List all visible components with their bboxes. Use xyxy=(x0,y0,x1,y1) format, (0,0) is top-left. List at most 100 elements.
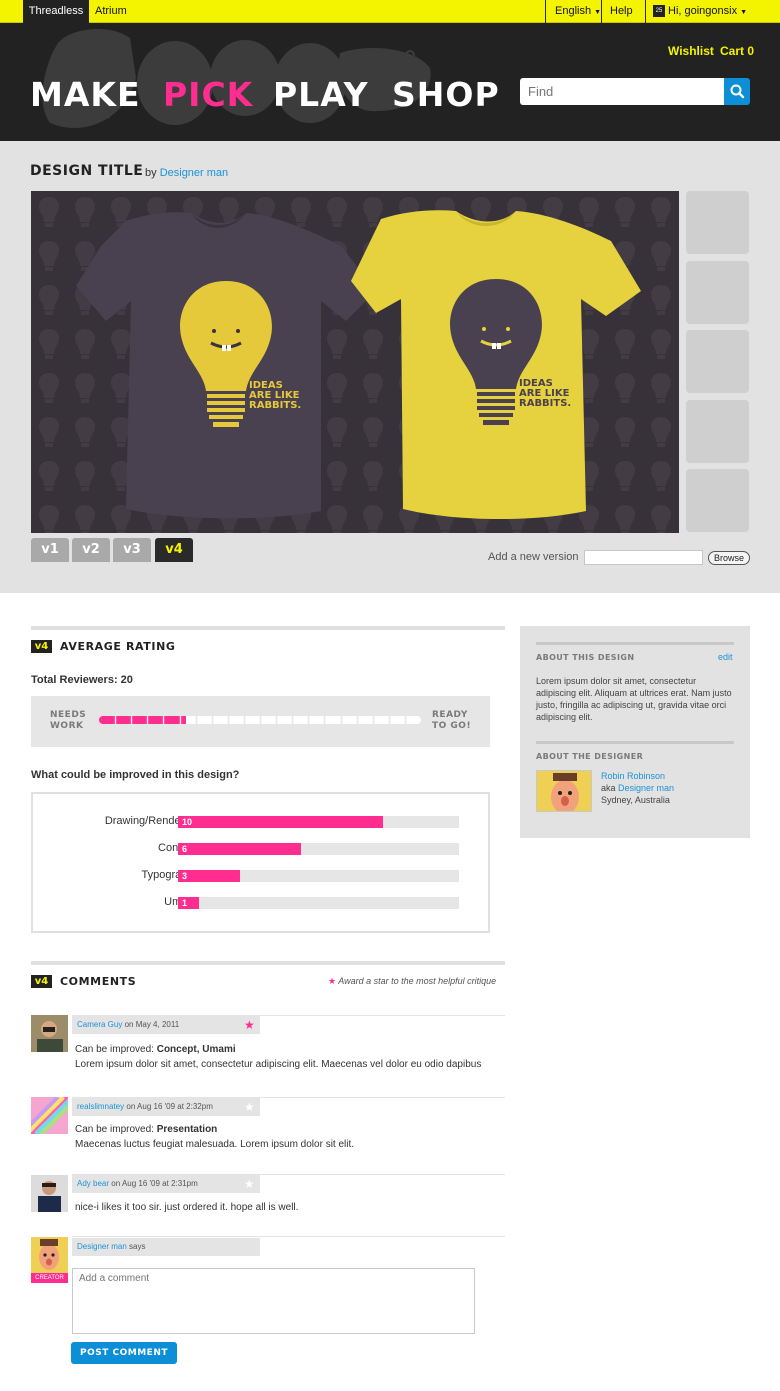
search-input[interactable] xyxy=(520,78,724,105)
language-label: English xyxy=(555,5,592,17)
improvement-bar: 10 xyxy=(178,816,383,828)
threadless-tab[interactable]: Threadless xyxy=(23,0,89,23)
improvement-bar: 6 xyxy=(178,843,301,855)
rating-track xyxy=(99,716,421,724)
needs-label: NEEDS xyxy=(50,710,87,720)
comment-improve-line: Can be improved: Presentation xyxy=(75,1124,217,1135)
award-star-icon[interactable]: ★ xyxy=(244,1100,255,1114)
about-designer-title: ABOUT THE DESIGNER xyxy=(536,752,644,761)
cart-link[interactable]: Cart 0 xyxy=(720,44,754,58)
comment-header: Ady bear on Aug 16 '09 at 2:31pm xyxy=(72,1175,260,1193)
search-icon xyxy=(730,84,745,99)
commenter-avatar[interactable] xyxy=(31,1097,68,1134)
commenter-avatar[interactable] xyxy=(31,1175,68,1212)
ady-bear-photo xyxy=(31,1175,68,1212)
commenter-avatar[interactable] xyxy=(31,1015,68,1052)
nav-shop[interactable]: SHOP xyxy=(392,75,500,114)
nav-play[interactable]: PLAY xyxy=(273,75,369,114)
improvement-track: 1 xyxy=(178,897,459,909)
my-author-link[interactable]: Designer man xyxy=(77,1242,127,1251)
version-tab-v2[interactable]: v2 xyxy=(72,538,110,562)
comment-author-link[interactable]: realslimnatey xyxy=(77,1102,124,1111)
improve-items: Concept, Umami xyxy=(156,1044,236,1055)
to-go-label: TO GO! xyxy=(432,721,472,731)
improve-items: Presentation xyxy=(156,1124,218,1135)
about-design-text: Lorem ipsum dolor sit amet, consectetur … xyxy=(536,676,732,722)
improve-question: What could be improved in this design? xyxy=(31,769,240,781)
user-menu[interactable]: 25 Hi, goingonsix ▼ xyxy=(653,0,747,23)
designer-name-link[interactable]: Robin Robinson xyxy=(601,771,665,781)
my-avatar[interactable] xyxy=(31,1237,68,1273)
improvement-row: Umami1 xyxy=(33,896,488,909)
rating-ticks xyxy=(114,716,407,724)
help-link[interactable]: Help xyxy=(610,0,633,23)
sidebar-divider xyxy=(536,642,734,645)
designer-avatar[interactable] xyxy=(536,770,592,812)
award-star-icon[interactable]: ★ xyxy=(244,1018,255,1032)
ready-label: READY xyxy=(432,710,468,720)
improvement-row: Drawing/Rendering 10 xyxy=(33,815,488,828)
total-reviewers: Total Reviewers: 20 xyxy=(31,674,133,686)
designer-aka: aka Designer man xyxy=(601,783,674,793)
star-icon: ★ xyxy=(328,976,337,986)
shirt-text-3b: RABBITS. xyxy=(519,398,571,409)
tshirt-mockup-image: IDEAS ARE LIKE RABBITS. IDEAS ARE LIKE R… xyxy=(31,191,679,533)
comment-author-link[interactable]: Camera Guy xyxy=(77,1020,122,1029)
thumbnail-3[interactable] xyxy=(686,330,749,393)
thumbnail-2[interactable] xyxy=(686,261,749,324)
thumbnail-1[interactable] xyxy=(686,191,749,254)
rating-meter: NEEDS WORK READY TO GO! xyxy=(31,696,490,747)
version-badge: v4 xyxy=(31,640,52,653)
comments-title: COMMENTS xyxy=(60,975,137,988)
sidebar: ABOUT THIS DESIGN edit Lorem ipsum dolor… xyxy=(520,626,750,838)
version-tab-v3[interactable]: v3 xyxy=(113,538,151,562)
section-divider xyxy=(31,626,505,630)
rainbow-avatar-image xyxy=(31,1097,68,1134)
improvement-track: 10 xyxy=(178,816,459,828)
work-label: WORK xyxy=(50,721,84,731)
atrium-tab[interactable]: Atrium xyxy=(95,0,127,23)
comment-header: Designer man says xyxy=(72,1238,260,1256)
comment-date: on Aug 16 '09 at 2:31pm xyxy=(111,1179,198,1188)
add-version-label: Add a new version xyxy=(488,551,579,563)
chevron-down-icon: ▼ xyxy=(740,9,748,16)
improvement-bar: 1 xyxy=(178,897,199,909)
design-title: DESIGN TITLE xyxy=(30,163,144,179)
version-tab-v4[interactable]: v4 xyxy=(155,538,193,562)
ready-to-go-label: READY TO GO! xyxy=(432,710,471,732)
improvement-chart: Drawing/Rendering10 Concept6 Typography3 Um… xyxy=(31,792,490,933)
shirt-text-3: RABBITS. xyxy=(249,400,301,411)
comment-date: on Aug 16 '09 at 2:32pm xyxy=(126,1102,213,1111)
version-file-input[interactable] xyxy=(584,550,703,565)
version-tab-v1[interactable]: v1 xyxy=(31,538,69,562)
comment-text: Lorem ipsum dolor sit amet, consectetur … xyxy=(75,1059,482,1070)
comment-textarea[interactable] xyxy=(72,1268,475,1334)
improvement-track: 3 xyxy=(178,870,459,882)
post-comment-button[interactable]: POST COMMENT xyxy=(71,1342,177,1364)
nav-make[interactable]: MAKE xyxy=(30,75,141,114)
top-bar: Threadless Atrium English ▼ Help 25 Hi, g… xyxy=(0,0,780,23)
designer-avatar-image xyxy=(537,771,591,811)
about-design-title: ABOUT THIS DESIGN xyxy=(536,653,635,662)
edit-link[interactable]: edit xyxy=(718,652,733,662)
comment-author-link[interactable]: Ady bear xyxy=(77,1179,109,1188)
improvement-bar: 3 xyxy=(178,870,240,882)
thumbnail-4[interactable] xyxy=(686,400,749,463)
search-button[interactable] xyxy=(724,78,750,105)
comment-text: Maecenas luctus feugiat malesuada. Lorem… xyxy=(75,1139,355,1150)
browse-button[interactable]: Browse xyxy=(708,551,750,565)
site-header: MAKE PICK PLAY SHOP Wishlist Cart 0 xyxy=(0,23,780,141)
user-avatar-icon: 25 xyxy=(653,5,665,18)
award-star-icon[interactable]: ★ xyxy=(244,1177,255,1191)
improvement-row: Typography 3 xyxy=(33,869,488,882)
thumbnail-5[interactable] xyxy=(686,469,749,532)
needs-work-label: NEEDS WORK xyxy=(50,710,86,732)
aka-link[interactable]: Designer man xyxy=(618,783,674,793)
wishlist-link[interactable]: Wishlist xyxy=(668,44,714,58)
designer-link[interactable]: Designer man xyxy=(160,167,228,179)
nav-pick[interactable]: PICK xyxy=(163,75,253,114)
sidebar-divider xyxy=(536,741,734,744)
camera-guy-photo xyxy=(31,1015,68,1052)
language-select[interactable]: English ▼ xyxy=(555,0,601,23)
comment-divider xyxy=(72,1236,505,1237)
